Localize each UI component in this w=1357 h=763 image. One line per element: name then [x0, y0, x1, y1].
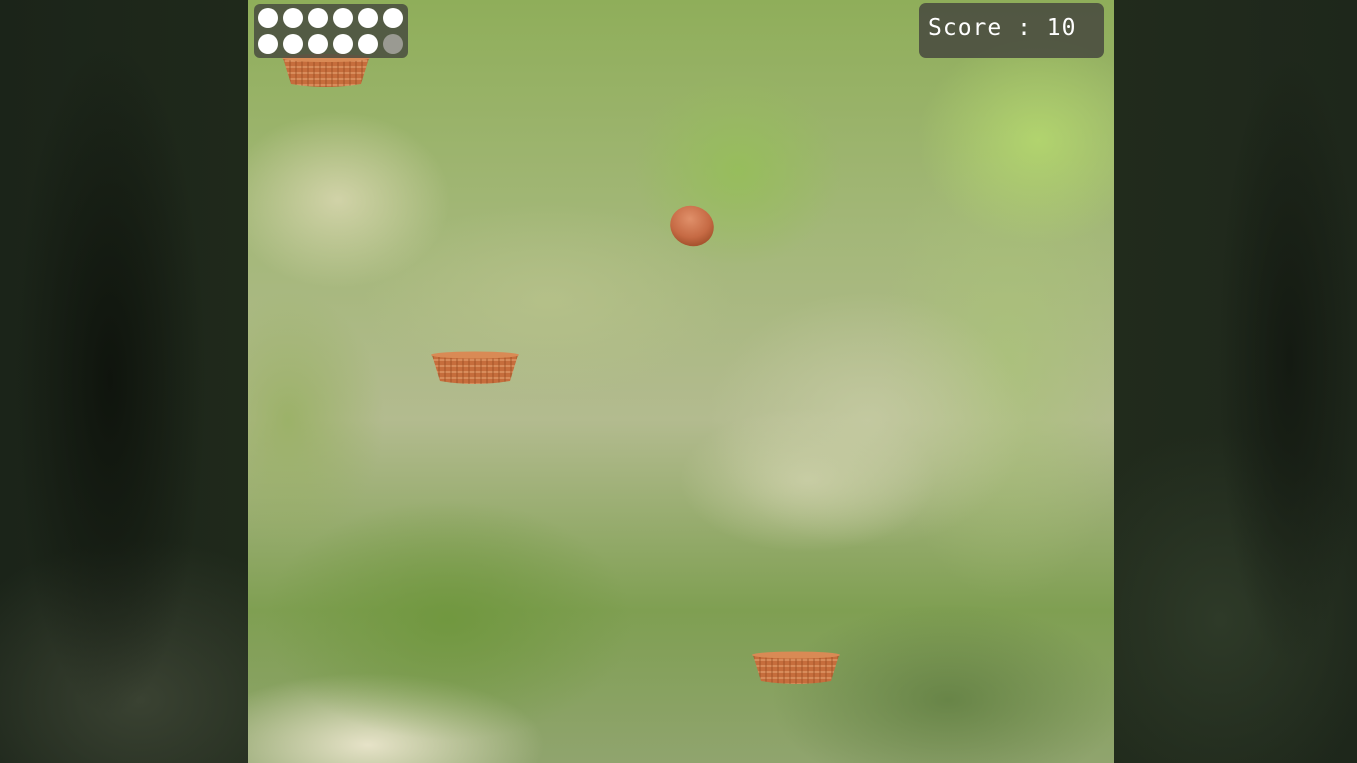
basket-middle — [430, 351, 520, 387]
game-playfield[interactable] — [248, 0, 1114, 763]
life-indicator — [358, 33, 378, 54]
life-indicator — [258, 8, 278, 28]
life-indicator — [333, 8, 353, 28]
life-indicator-lost — [383, 33, 403, 54]
score-separator: : — [1002, 15, 1047, 41]
basket-bottom — [751, 651, 841, 687]
life-indicator — [308, 8, 328, 28]
egg — [668, 204, 716, 248]
life-indicator — [258, 33, 278, 54]
lives-panel — [254, 4, 408, 58]
life-indicator — [283, 8, 303, 28]
score-panel: Score : 10 — [919, 3, 1104, 58]
score-label: Score — [928, 15, 1003, 41]
life-indicator — [333, 33, 353, 54]
life-indicator — [308, 33, 328, 54]
life-indicator — [283, 33, 303, 54]
score-value: 10 — [1046, 15, 1077, 41]
life-indicator — [358, 8, 378, 28]
life-indicator — [383, 8, 403, 28]
